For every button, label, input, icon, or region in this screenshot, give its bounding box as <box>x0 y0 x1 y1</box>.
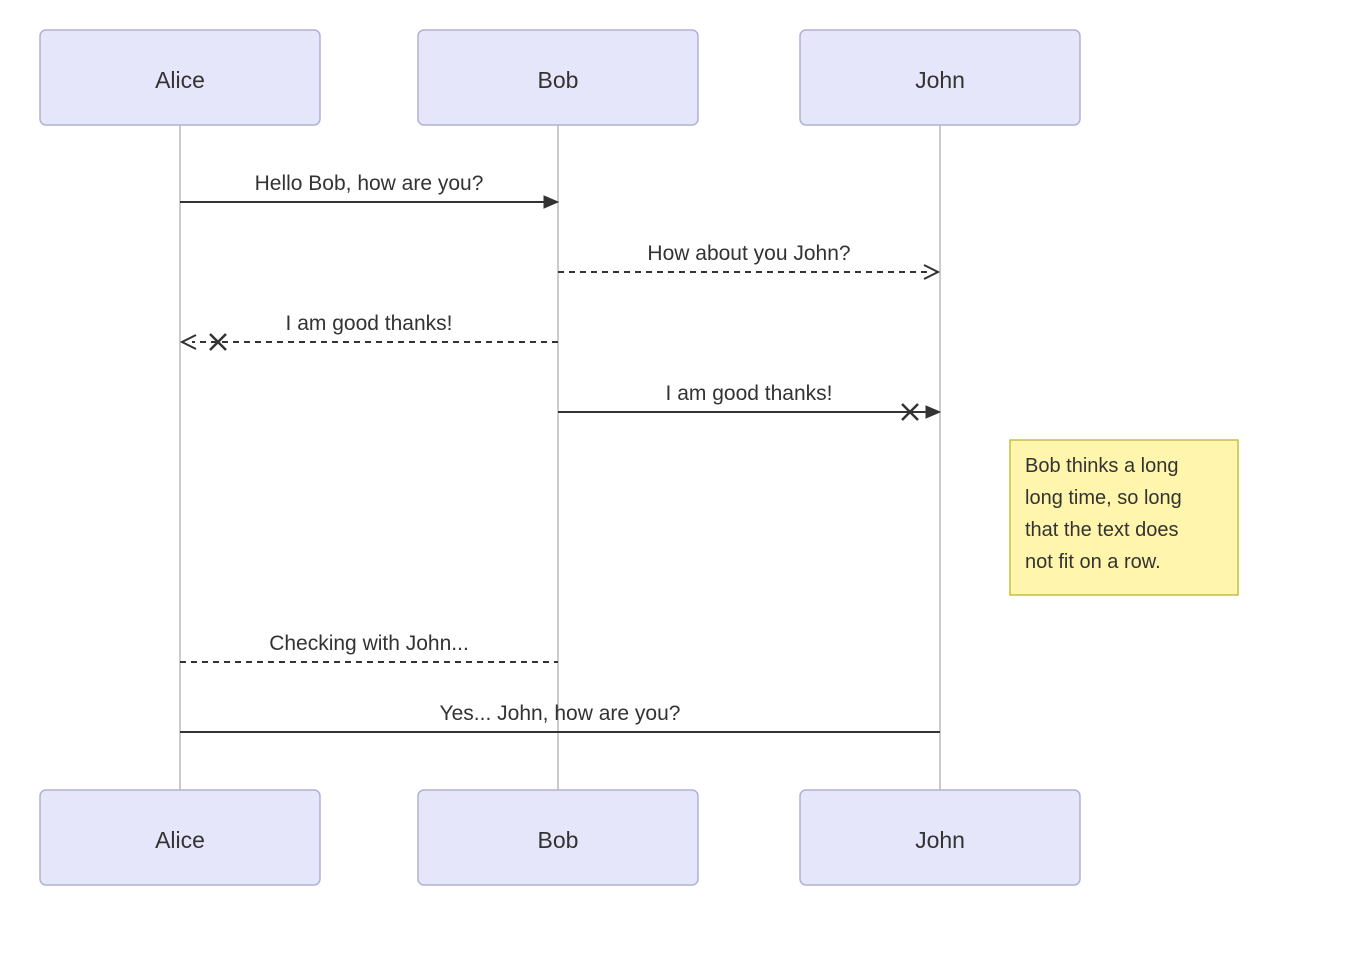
message-3: I am good thanks! <box>182 312 558 350</box>
message-6-label: Yes... John, how are you? <box>440 702 681 725</box>
sequence-diagram: Alice Bob John Hello Bob, how are you? H… <box>0 0 1364 958</box>
message-2-label: How about you John? <box>647 242 850 265</box>
note-line-1: Bob thinks a long <box>1025 455 1178 477</box>
actor-john-label: John <box>915 67 965 93</box>
message-5: Checking with John... <box>180 632 558 662</box>
note-line-2: long time, so long <box>1025 487 1182 509</box>
note-line-3: that the text does <box>1025 519 1178 541</box>
actor-bob-bottom: Bob <box>418 790 698 885</box>
message-1: Hello Bob, how are you? <box>180 172 558 208</box>
message-5-label: Checking with John... <box>269 632 469 655</box>
actor-alice-bottom-label: Alice <box>155 827 205 853</box>
actor-john-top: John <box>800 30 1080 125</box>
message-4: I am good thanks! <box>558 382 940 420</box>
actor-alice-label: Alice <box>155 67 205 93</box>
message-1-label: Hello Bob, how are you? <box>255 172 484 195</box>
message-3-label: I am good thanks! <box>286 312 453 335</box>
actor-alice-bottom: Alice <box>40 790 320 885</box>
actor-bob-top: Bob <box>418 30 698 125</box>
note: Bob thinks a long long time, so long tha… <box>1010 440 1238 595</box>
actor-alice-top: Alice <box>40 30 320 125</box>
actor-bob-bottom-label: Bob <box>538 827 579 853</box>
actor-john-bottom: John <box>800 790 1080 885</box>
actor-john-bottom-label: John <box>915 827 965 853</box>
message-4-label: I am good thanks! <box>666 382 833 405</box>
actor-bob-label: Bob <box>538 67 579 93</box>
message-2: How about you John? <box>558 242 938 279</box>
note-line-4: not fit on a row. <box>1025 551 1161 573</box>
message-6: Yes... John, how are you? <box>180 702 940 732</box>
